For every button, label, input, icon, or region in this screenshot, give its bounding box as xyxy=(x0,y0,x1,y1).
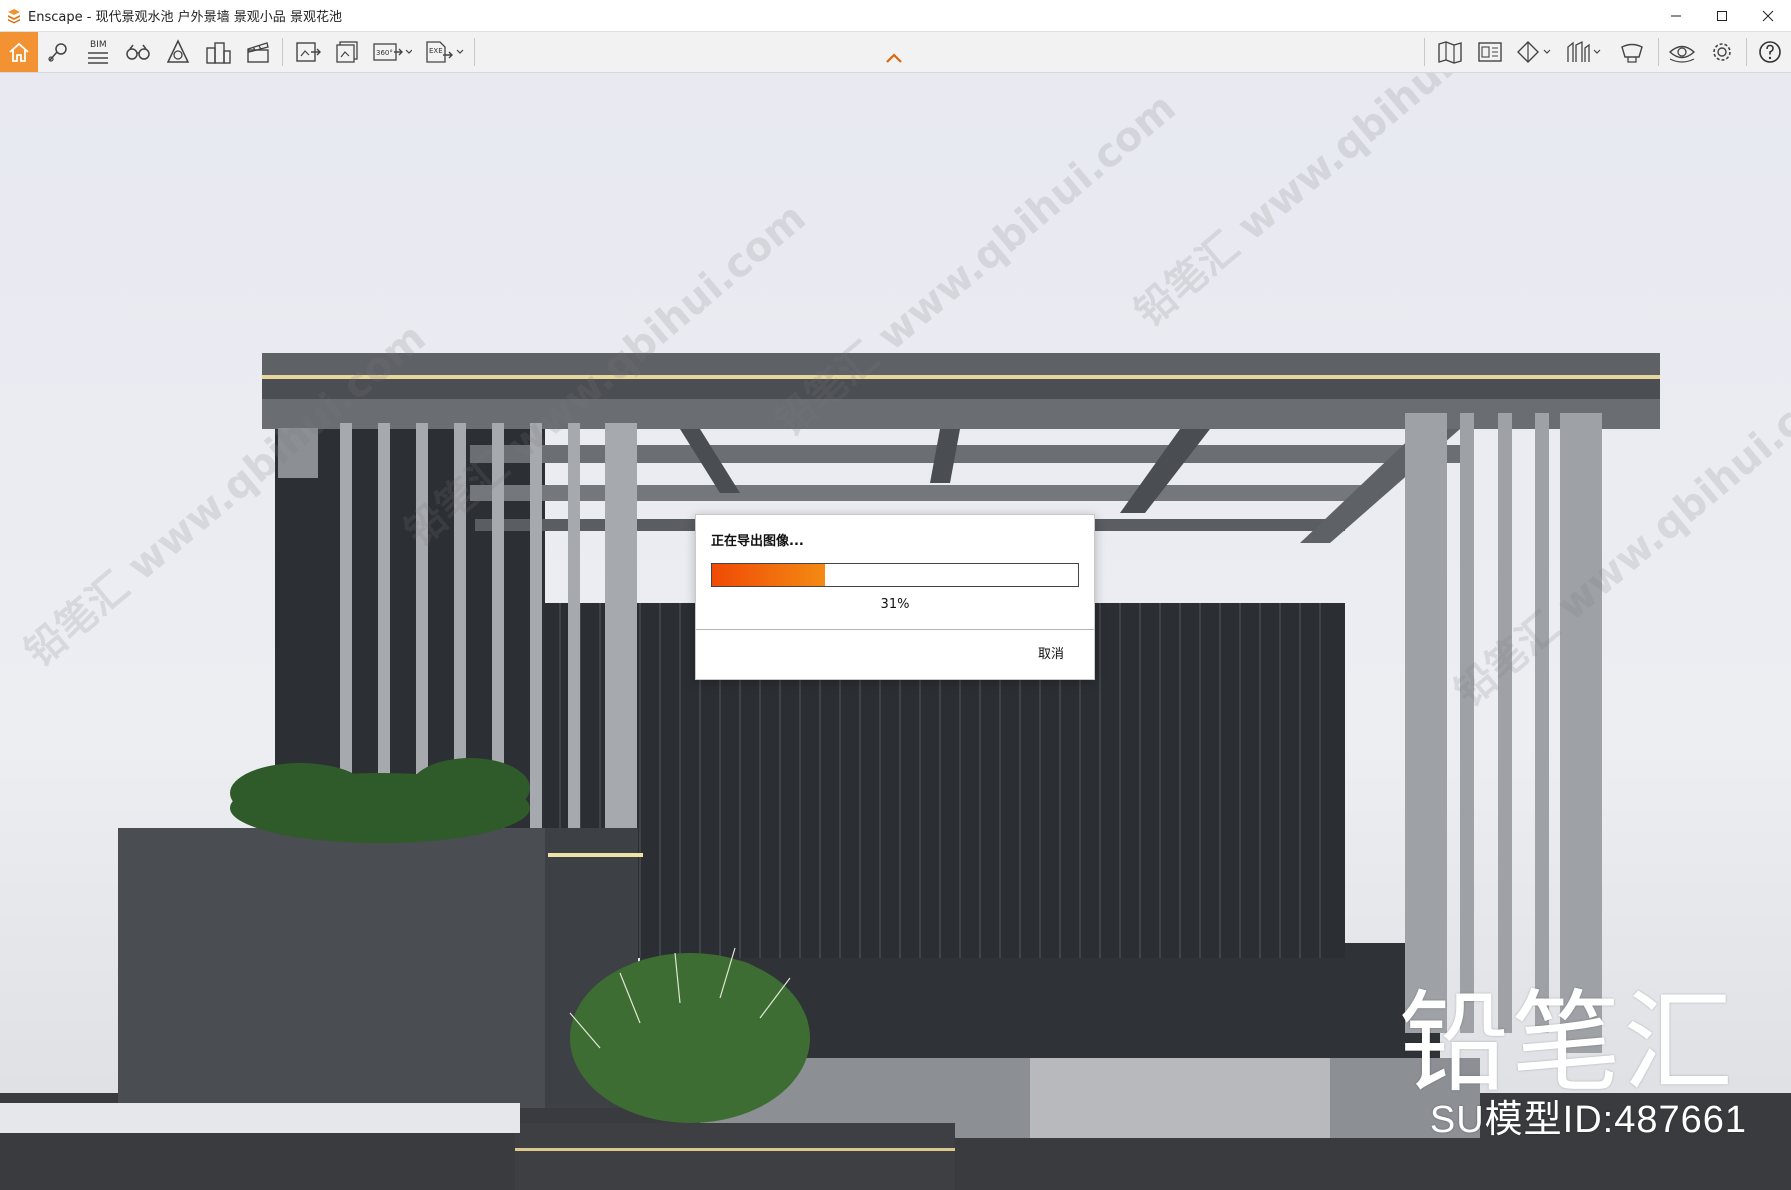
home-icon xyxy=(9,42,29,62)
asset-library-button[interactable] xyxy=(160,32,196,72)
close-button[interactable] xyxy=(1745,0,1791,31)
export-exe-button[interactable]: EXE xyxy=(422,32,466,72)
map-button[interactable] xyxy=(1432,32,1468,72)
screenshot-export-button[interactable] xyxy=(290,32,326,72)
eye-icon xyxy=(1668,45,1696,63)
bim-button[interactable]: BIM xyxy=(80,32,116,72)
svg-text:EXE: EXE xyxy=(429,47,443,55)
walkthrough-button[interactable] xyxy=(1562,32,1606,72)
buildings-button[interactable] xyxy=(200,32,236,72)
feedback-button[interactable] xyxy=(1612,32,1652,72)
asset-library-icon xyxy=(166,39,190,63)
maximize-icon xyxy=(1717,10,1727,21)
progress-fill xyxy=(712,564,826,586)
material-editor-button[interactable] xyxy=(1472,32,1508,72)
collapse-toolbar-chevron-icon[interactable] xyxy=(884,52,904,64)
enscape-toolbar: BIM 360° EXE xyxy=(0,32,1791,73)
export-360-icon: 360° xyxy=(373,43,412,61)
home-button[interactable] xyxy=(0,32,38,72)
svg-text:360°: 360° xyxy=(376,49,393,57)
dialog-title: 正在导出图像... xyxy=(711,534,804,549)
minimize-icon xyxy=(1671,15,1681,16)
material-editor-icon xyxy=(1478,42,1502,62)
brand-watermark: 铅笔汇 xyxy=(1399,979,1735,1107)
help-button[interactable] xyxy=(1752,32,1788,72)
toolbar-separator xyxy=(1424,38,1425,66)
clapper-icon xyxy=(247,42,269,63)
settings-icon xyxy=(1713,43,1731,61)
map-icon xyxy=(1438,41,1462,64)
window-controls xyxy=(1653,0,1791,31)
feedback-icon xyxy=(1621,43,1643,63)
section-button[interactable] xyxy=(1512,32,1556,72)
svg-text:BIM: BIM xyxy=(90,40,107,50)
toolbar-separator xyxy=(1746,38,1747,66)
settings-button[interactable] xyxy=(1704,32,1740,72)
export-progress-dialog: 正在导出图像... 31% 取消 xyxy=(695,514,1095,680)
export-360-button[interactable]: 360° xyxy=(370,32,414,72)
export-progress-bar xyxy=(711,563,1079,587)
visibility-button[interactable] xyxy=(1664,32,1700,72)
view-pin-button[interactable] xyxy=(42,32,76,72)
walkthrough-icon xyxy=(1567,40,1601,62)
video-editor-button[interactable] xyxy=(240,32,276,72)
minimize-button[interactable] xyxy=(1653,0,1699,31)
title-bar: Enscape - 现代景观水池 户外景墙 景观小品 景观花池 xyxy=(0,0,1791,32)
window-title: Enscape - 现代景观水池 户外景墙 景观小品 景观花池 xyxy=(28,10,342,25)
maximize-button[interactable] xyxy=(1699,0,1745,31)
toolbar-separator xyxy=(474,38,475,66)
binoculars-button[interactable] xyxy=(120,32,156,72)
location-pin-icon xyxy=(48,43,67,62)
cancel-button[interactable]: 取消 xyxy=(1038,643,1064,662)
dialog-divider xyxy=(696,629,1094,630)
progress-percent: 31% xyxy=(880,597,910,612)
bim-icon: BIM xyxy=(88,40,108,64)
screenshot-export-icon xyxy=(296,42,321,62)
batch-export-button[interactable] xyxy=(330,32,366,72)
help-icon xyxy=(1759,41,1781,63)
toolbar-separator xyxy=(1658,38,1659,66)
model-id-watermark: SU模型ID:487661 xyxy=(1429,1099,1747,1141)
export-exe-icon: EXE xyxy=(426,41,464,63)
section-icon xyxy=(1517,41,1551,63)
toolbar-separator xyxy=(282,38,283,66)
close-icon xyxy=(1762,10,1774,21)
binoculars-icon xyxy=(126,44,150,60)
enscape-logo-icon xyxy=(8,8,20,23)
buildings-icon xyxy=(206,42,231,64)
batch-export-icon xyxy=(336,41,358,63)
